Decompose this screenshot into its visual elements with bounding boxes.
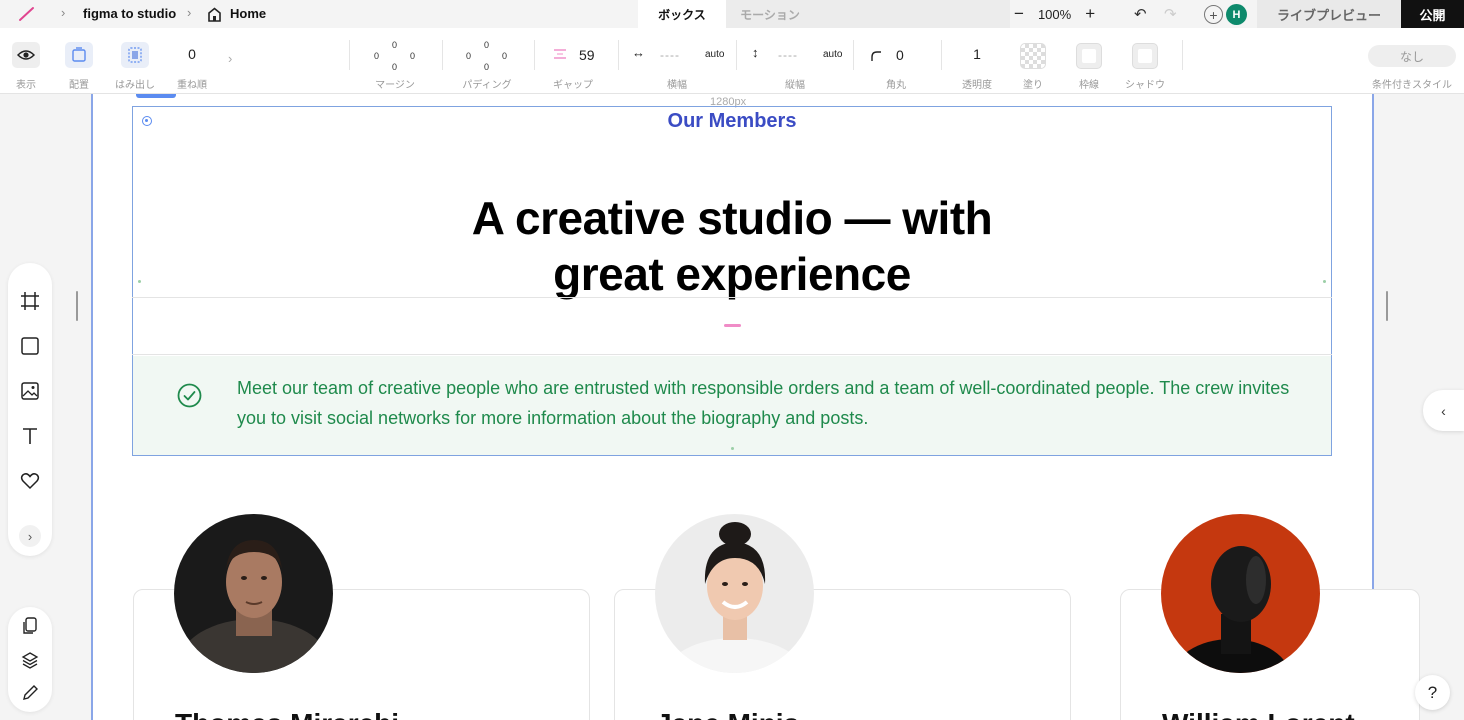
pen-edit-icon[interactable] bbox=[21, 684, 39, 702]
prop-shadow[interactable]: シャドウ bbox=[1121, 28, 1169, 94]
gap-icon bbox=[554, 49, 566, 59]
prop-gap[interactable]: 59 ギャップ bbox=[545, 28, 601, 94]
editor-canvas[interactable]: 1280px Our Members A creative studio — w… bbox=[0, 94, 1464, 720]
redo-icon[interactable]: ↷ bbox=[1164, 5, 1177, 23]
member-photo[interactable] bbox=[174, 514, 333, 673]
panel-toolbar bbox=[8, 607, 52, 712]
user-avatar[interactable]: H bbox=[1226, 4, 1247, 25]
resize-handle[interactable] bbox=[1323, 280, 1326, 283]
zoom-control: − 100% + bbox=[1014, 0, 1095, 28]
prop-opacity[interactable]: 1 透明度 bbox=[955, 28, 999, 94]
gap-indicator[interactable] bbox=[724, 324, 741, 327]
section-headline[interactable]: A creative studio — with great experienc… bbox=[0, 190, 1464, 302]
shadow-swatch bbox=[1132, 43, 1158, 69]
live-preview-button[interactable]: ライブプレビュー bbox=[1257, 0, 1401, 28]
help-icon[interactable]: ? bbox=[1415, 675, 1450, 710]
prop-show[interactable]: 表示 bbox=[6, 28, 46, 94]
breadcrumb-project[interactable]: figma to studio bbox=[83, 6, 176, 21]
image-tool-icon[interactable] bbox=[20, 381, 40, 401]
breadcrumb-page[interactable]: Home bbox=[230, 6, 266, 21]
undo-icon[interactable]: ↶ bbox=[1134, 5, 1147, 23]
prop-overflow[interactable]: はみ出し bbox=[112, 28, 158, 94]
publish-button[interactable]: 公開 bbox=[1401, 0, 1464, 28]
prop-border[interactable]: 枠線 bbox=[1069, 28, 1109, 94]
prop-padding[interactable]: 0 0 0 0 パディング bbox=[452, 28, 522, 94]
member-name[interactable]: Thomas Mirarchi bbox=[175, 708, 399, 720]
heart-tool-icon[interactable] bbox=[20, 471, 40, 491]
width-arrow-icon: ↔ bbox=[632, 45, 645, 60]
chevron-right-icon: › bbox=[61, 5, 66, 20]
zindex-value: 0 bbox=[188, 46, 196, 62]
portrait-man-red-background-image bbox=[1161, 514, 1320, 673]
corner-radius-icon bbox=[871, 51, 881, 61]
tab-box[interactable]: ボックス bbox=[638, 0, 726, 28]
pen-logo-icon[interactable] bbox=[18, 6, 36, 22]
section-eyebrow[interactable]: Our Members bbox=[0, 110, 1464, 133]
mode-tabs: ボックス モーション bbox=[638, 0, 1010, 28]
tab-motion[interactable]: モーション bbox=[726, 0, 814, 28]
pages-icon[interactable] bbox=[21, 617, 39, 635]
member-name[interactable]: Jane Minis bbox=[656, 708, 799, 720]
chevron-right-icon: › bbox=[187, 5, 192, 20]
overflow-icon bbox=[128, 47, 142, 63]
border-swatch bbox=[1076, 43, 1102, 69]
notice-text[interactable]: Meet our team of creative people who are… bbox=[237, 373, 1317, 433]
eye-icon bbox=[17, 50, 35, 60]
check-circle-icon bbox=[177, 383, 202, 408]
text-tool-icon[interactable] bbox=[20, 426, 40, 446]
layers-icon[interactable] bbox=[21, 651, 39, 669]
member-photo[interactable] bbox=[655, 514, 814, 673]
placement-icon bbox=[72, 47, 86, 62]
gap-value: 59 bbox=[579, 47, 595, 63]
zoom-in-icon[interactable]: + bbox=[1085, 4, 1095, 24]
right-resize-handle[interactable] bbox=[1386, 291, 1388, 321]
prop-conditional-style: 条件付きスタイル bbox=[1372, 80, 1452, 91]
opacity-value: 1 bbox=[973, 46, 981, 62]
prop-width[interactable]: ↔ ---- auto 横幅 bbox=[624, 28, 730, 94]
portrait-woman-image bbox=[655, 514, 814, 673]
resize-handle[interactable] bbox=[138, 280, 141, 283]
frame-handle[interactable] bbox=[136, 94, 176, 98]
home-page-icon bbox=[208, 7, 221, 22]
property-bar: 表示 配置 はみ出し 0 重ね順 › 0 0 0 0 マージン 0 0 0 0 … bbox=[0, 28, 1464, 94]
resize-handle[interactable] bbox=[731, 447, 734, 450]
portrait-man-image bbox=[174, 514, 333, 673]
prop-height[interactable]: ↕ ---- auto 縦幅 bbox=[742, 28, 848, 94]
prop-zindex[interactable]: 0 重ね順 bbox=[172, 28, 212, 94]
expand-toolbar-icon[interactable]: › bbox=[19, 525, 41, 547]
member-name[interactable]: William Lorent bbox=[1162, 708, 1355, 720]
prop-placement[interactable]: 配置 bbox=[59, 28, 99, 94]
insert-toolbar: › bbox=[8, 263, 52, 556]
top-bar: › figma to studio › Home ボックス モーション − 10… bbox=[0, 0, 1464, 28]
add-collaborator-icon[interactable]: + bbox=[1204, 5, 1223, 24]
radius-value: 0 bbox=[896, 47, 904, 63]
height-arrow-icon: ↕ bbox=[752, 45, 759, 60]
zoom-level[interactable]: 100% bbox=[1038, 7, 1071, 22]
frame-tool-icon[interactable] bbox=[20, 291, 40, 311]
prop-fill[interactable]: 塗り bbox=[1013, 28, 1053, 94]
right-panel-toggle-icon[interactable]: ‹ bbox=[1423, 390, 1464, 431]
prop-margin[interactable]: 0 0 0 0 マージン bbox=[360, 28, 430, 94]
prop-radius[interactable]: 0 角丸 bbox=[860, 28, 932, 94]
left-resize-handle[interactable] bbox=[76, 291, 78, 321]
rectangle-tool-icon[interactable] bbox=[20, 336, 40, 356]
chevron-right-icon[interactable]: › bbox=[228, 51, 232, 66]
member-photo[interactable] bbox=[1161, 514, 1320, 673]
zoom-out-icon[interactable]: − bbox=[1014, 4, 1024, 24]
fill-swatch bbox=[1020, 43, 1046, 69]
